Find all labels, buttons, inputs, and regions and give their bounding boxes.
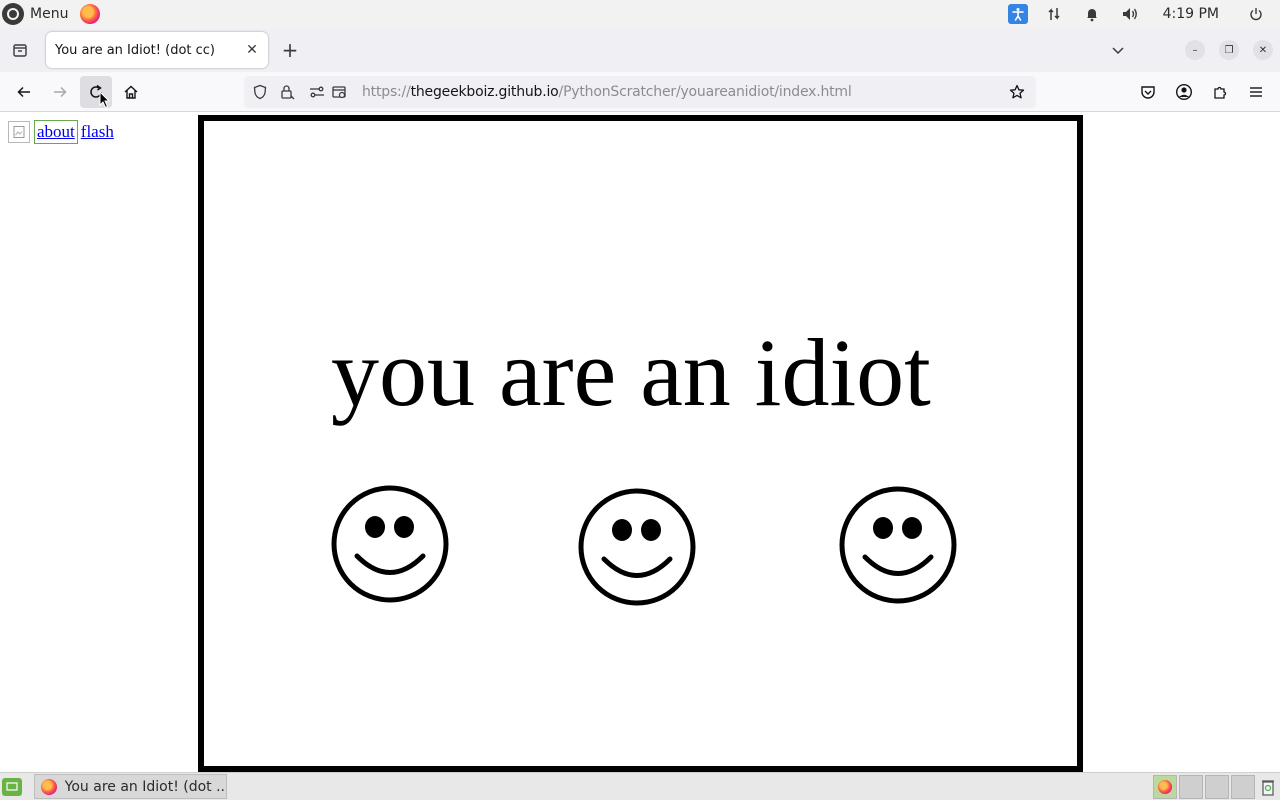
list-all-tabs-button[interactable] (1106, 36, 1130, 64)
web-page-content: about flash you are an idiot (0, 113, 1280, 772)
page-top-links: about flash (8, 120, 115, 144)
page-tab-icon[interactable] (328, 81, 350, 103)
account-button[interactable] (1168, 76, 1200, 108)
os-taskbar: You are an Idiot! (dot ... (0, 772, 1280, 800)
os-top-panel: Menu 4:19 PM (0, 0, 1280, 28)
workspace-2[interactable] (1179, 775, 1203, 799)
mouse-cursor-icon (99, 91, 111, 109)
tab-title: You are an Idiot! (dot cc) (55, 42, 215, 58)
hamburger-menu-icon (1250, 87, 1262, 97)
firefox-launcher-icon[interactable] (80, 4, 101, 24)
smiley-face-icon (331, 485, 449, 603)
forward-button[interactable] (44, 76, 76, 108)
tracking-protection-shield-icon[interactable] (249, 81, 271, 103)
smiley-face-icon (839, 486, 957, 604)
arrow-left-icon (17, 86, 30, 98)
arrow-right-icon (54, 86, 67, 98)
headline: you are an idiot (331, 319, 931, 426)
restore-window-button[interactable]: ❐ (1219, 40, 1239, 60)
taskbar-window-title: You are an Idiot! (dot ... (64, 778, 226, 795)
accessibility-icon[interactable] (1007, 4, 1028, 24)
site-lock-icon[interactable] (276, 81, 298, 103)
notification-bell-icon[interactable] (1080, 4, 1104, 24)
firefox-icon (1158, 780, 1172, 794)
trash-icon[interactable] (1258, 775, 1278, 799)
power-icon[interactable] (1244, 4, 1268, 24)
close-window-button[interactable]: ✕ (1253, 40, 1273, 60)
smiley-face-icon (578, 488, 696, 606)
app-menu-button[interactable] (1240, 76, 1272, 108)
os-logo-icon (2, 3, 24, 25)
back-button[interactable] (8, 76, 40, 108)
reload-button[interactable] (80, 76, 112, 109)
flash-link[interactable]: flash (80, 122, 115, 142)
show-desktop-button[interactable] (2, 778, 22, 796)
url-text[interactable]: https://thegeekboiz.github.io/PythonScra… (362, 84, 852, 100)
account-icon (1175, 83, 1193, 101)
pocket-icon (1141, 86, 1155, 99)
home-button[interactable] (115, 76, 147, 108)
network-icon[interactable] (1042, 4, 1066, 24)
workspace-1[interactable] (1153, 775, 1177, 799)
new-tab-button[interactable]: + (278, 36, 302, 64)
permissions-icon[interactable] (306, 81, 328, 103)
clock[interactable]: 4:19 PM (1163, 6, 1219, 22)
os-menu-button[interactable]: Menu (0, 0, 72, 28)
url-scheme: https:// (362, 84, 411, 100)
url-bar[interactable]: https://thegeekboiz.github.io/PythonScra… (244, 76, 1036, 108)
firefox-view-icon (13, 44, 27, 57)
bookmark-star-button[interactable] (1006, 81, 1028, 103)
volume-icon[interactable] (1118, 4, 1142, 24)
workspace-3[interactable] (1205, 775, 1229, 799)
browser-nav-bar: https://thegeekboiz.github.io/PythonScra… (0, 72, 1280, 112)
desktop-icon (6, 782, 18, 791)
url-path: /PythonScratcher/youareanidiot/index.htm… (558, 84, 852, 100)
workspace-4[interactable] (1231, 775, 1255, 799)
tab-close-icon[interactable]: ✕ (240, 38, 264, 62)
browser-tab-strip: You are an Idiot! (dot cc) ✕ + – ❐ ✕ (0, 28, 1280, 72)
pocket-button[interactable] (1132, 76, 1164, 108)
tab-active[interactable]: You are an Idiot! (dot cc) ✕ (46, 32, 268, 68)
home-icon (124, 85, 138, 99)
broken-image-icon (8, 121, 30, 143)
system-tray: 4:19 PM (1001, 0, 1280, 28)
os-menu-label: Menu (30, 6, 69, 22)
minimize-window-button[interactable]: – (1185, 40, 1205, 60)
firefox-icon (41, 778, 57, 795)
idiot-frame: you are an idiot (198, 115, 1083, 772)
about-link[interactable]: about (34, 120, 78, 144)
star-icon (1009, 84, 1025, 99)
url-host: thegeekboiz.github.io (410, 84, 559, 100)
extensions-button[interactable] (1204, 76, 1236, 108)
taskbar-window-firefox[interactable]: You are an Idiot! (dot ... (34, 774, 227, 799)
firefox-view-button[interactable] (6, 36, 34, 64)
chevron-down-icon (1112, 47, 1124, 55)
puzzle-icon (1214, 86, 1227, 99)
